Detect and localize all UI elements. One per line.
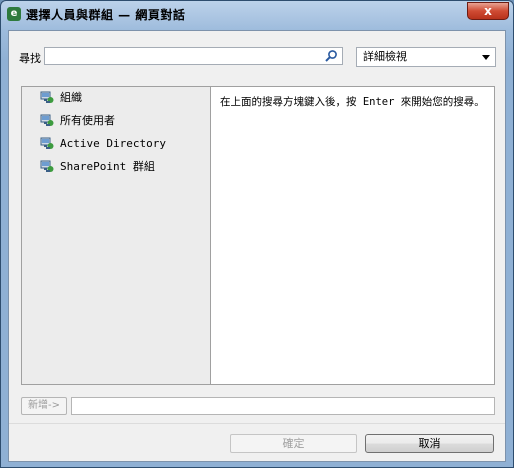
directory-icon	[40, 137, 54, 149]
tree-item-sharepoint-groups[interactable]: SharePoint 群組	[40, 158, 155, 176]
directory-icon	[40, 91, 54, 103]
results-panes: 組織 所有使用者 Active Directory SharePoint 群組 …	[21, 86, 495, 385]
directory-tree: 組織 所有使用者 Active Directory SharePoint 群組	[22, 87, 211, 384]
close-button[interactable]: x	[467, 2, 509, 20]
cancel-button[interactable]: 取消	[365, 434, 494, 453]
search-input[interactable]	[44, 47, 343, 65]
tree-item-all-users[interactable]: 所有使用者	[40, 112, 115, 130]
dialog-window: e 選擇人員與群組 — 網頁對話 x 尋找 詳細檢視 組織 所有使用者 Acti…	[0, 0, 514, 468]
tree-item-organization[interactable]: 組織	[40, 89, 82, 107]
tree-item-active-directory[interactable]: Active Directory	[40, 135, 166, 153]
search-hint: 在上面的搜尋方塊鍵入後，按 Enter 來開始您的搜尋。	[220, 96, 485, 108]
selected-users-field[interactable]	[71, 397, 495, 415]
browser-app-icon: e	[7, 7, 21, 21]
ok-button[interactable]: 確定	[230, 434, 357, 453]
search-icon[interactable]	[324, 49, 338, 63]
view-dropdown-value: 詳細檢視	[363, 50, 407, 63]
find-label: 尋找	[19, 52, 41, 65]
window-title: 選擇人員與群組 — 網頁對話	[26, 8, 186, 22]
directory-icon	[40, 160, 54, 172]
footer-divider	[9, 423, 505, 424]
dialog-body: 尋找 詳細檢視 組織 所有使用者 Active Directory ShareP…	[8, 30, 506, 462]
view-dropdown[interactable]: 詳細檢視	[356, 47, 496, 67]
title-bar[interactable]: e 選擇人員與群組 — 網頁對話 x	[1, 1, 513, 27]
directory-icon	[40, 114, 54, 126]
add-button[interactable]: 新增->	[21, 397, 67, 415]
chevron-down-icon	[482, 55, 490, 60]
